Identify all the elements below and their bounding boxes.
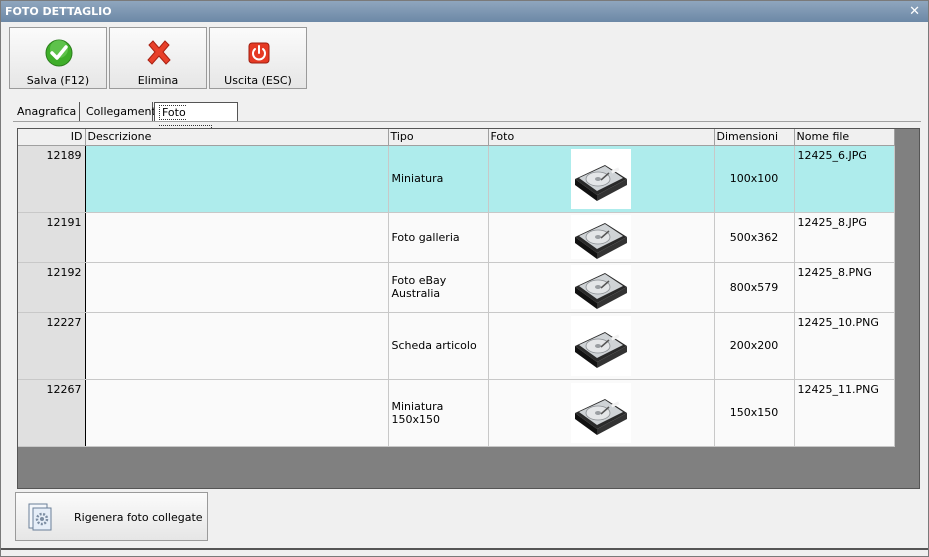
cell-descrizione[interactable] xyxy=(85,212,389,263)
tab-divider xyxy=(13,121,921,122)
hard-drive-thumbnail xyxy=(571,382,631,443)
save-button-label: Salva (F12) xyxy=(26,74,90,87)
column-header-nome-file[interactable]: Nome file xyxy=(794,129,895,146)
cell-descrizione[interactable] xyxy=(85,145,389,213)
hard-drive-icon xyxy=(575,223,627,259)
cell-id: 12191 xyxy=(18,212,86,263)
cell-foto[interactable] xyxy=(488,379,715,447)
cell-id: 12192 xyxy=(18,262,86,313)
exit-button[interactable]: Uscita (ESC) xyxy=(209,27,307,89)
tab-anagrafica-label: Anagrafica xyxy=(17,105,77,118)
table-row[interactable]: 12267 Miniatura 150x150 150x150 12425_11… xyxy=(18,379,895,447)
cell-tipo[interactable]: Foto galleria xyxy=(388,212,489,263)
column-header-dimensioni[interactable]: Dimensioni xyxy=(714,129,795,146)
column-header-foto[interactable]: Foto xyxy=(488,129,715,146)
cell-id: 12267 xyxy=(18,379,86,447)
table-row[interactable]: 12192 Foto eBay Australia 800x579 12425_… xyxy=(18,262,895,313)
cell-foto[interactable] xyxy=(488,212,715,263)
bottom-divider xyxy=(1,548,928,550)
window-title: FOTO DETTAGLIO xyxy=(5,5,112,18)
cell-nome-file[interactable]: 12425_8.PNG xyxy=(794,262,895,313)
cell-nome-file[interactable]: 12425_11.PNG xyxy=(794,379,895,447)
hard-drive-icon xyxy=(575,398,627,435)
tab-foto-collegate[interactable]: Foto collegate xyxy=(154,102,238,140)
table-row[interactable]: 12227 Scheda articolo 200x200 12425_10.P… xyxy=(18,312,895,380)
table-row[interactable]: 12191 Foto galleria 500x362 12425_8.JPG xyxy=(18,212,895,263)
hard-drive-icon xyxy=(575,164,627,201)
cell-descrizione[interactable] xyxy=(85,379,389,447)
save-button[interactable]: Salva (F12) xyxy=(9,27,107,89)
tab-collegamenti-label: Collegamenti xyxy=(86,105,159,118)
regenerate-photos-button[interactable]: Rigenera foto collegate xyxy=(15,492,208,541)
cell-dimensioni[interactable]: 100x100 xyxy=(714,145,795,213)
tab-anagrafica[interactable]: Anagrafica xyxy=(13,102,80,122)
column-header-descrizione[interactable]: Descrizione xyxy=(85,129,389,146)
hard-drive-thumbnail xyxy=(571,315,631,376)
delete-x-icon xyxy=(147,40,171,65)
table-row[interactable]: 12189 Miniatura 100x100 12425_6.JPG xyxy=(18,145,895,213)
hard-drive-thumbnail xyxy=(571,215,631,259)
cell-nome-file[interactable]: 12425_10.PNG xyxy=(794,312,895,380)
document-gear-icon xyxy=(28,503,52,531)
cell-tipo[interactable]: Scheda articolo xyxy=(388,312,489,380)
title-bar: FOTO DETTAGLIO ✕ xyxy=(1,1,928,22)
checkmark-icon xyxy=(45,39,73,67)
hard-drive-icon xyxy=(575,273,627,309)
power-icon xyxy=(248,42,270,64)
hard-drive-icon xyxy=(575,331,627,368)
cell-dimensioni[interactable]: 800x579 xyxy=(714,262,795,313)
hard-drive-thumbnail xyxy=(571,148,631,209)
cell-nome-file[interactable]: 12425_6.JPG xyxy=(794,145,895,213)
cell-foto[interactable] xyxy=(488,145,715,213)
cell-dimensioni[interactable]: 200x200 xyxy=(714,312,795,380)
cell-descrizione[interactable] xyxy=(85,312,389,380)
column-header-tipo[interactable]: Tipo xyxy=(388,129,489,146)
cell-foto[interactable] xyxy=(488,262,715,313)
cell-tipo[interactable]: Miniatura xyxy=(388,145,489,213)
cell-tipo[interactable]: Miniatura 150x150 xyxy=(388,379,489,447)
photos-grid-area: ID Descrizione Tipo Foto Dimensioni Nome… xyxy=(17,128,920,489)
delete-button[interactable]: Elimina xyxy=(109,27,207,89)
cell-dimensioni[interactable]: 500x362 xyxy=(714,212,795,263)
hard-drive-thumbnail xyxy=(571,265,631,309)
close-icon[interactable]: ✕ xyxy=(909,1,920,23)
cell-tipo[interactable]: Foto eBay Australia xyxy=(388,262,489,313)
column-header-id[interactable]: ID xyxy=(18,129,86,146)
cell-id: 12227 xyxy=(18,312,86,380)
exit-button-label: Uscita (ESC) xyxy=(224,74,292,87)
cell-id: 12189 xyxy=(18,145,86,213)
photos-grid: ID Descrizione Tipo Foto Dimensioni Nome… xyxy=(18,129,895,447)
cell-dimensioni[interactable]: 150x150 xyxy=(714,379,795,447)
photo-detail-window: FOTO DETTAGLIO ✕ Salva (F12) Elimina Usc… xyxy=(0,0,929,557)
regenerate-photos-label: Rigenera foto collegate xyxy=(74,511,203,524)
delete-button-label: Elimina xyxy=(137,74,179,87)
tab-collegamenti[interactable]: Collegamenti xyxy=(82,102,159,122)
cell-foto[interactable] xyxy=(488,312,715,380)
cell-nome-file[interactable]: 12425_8.JPG xyxy=(794,212,895,263)
cell-descrizione[interactable] xyxy=(85,262,389,313)
